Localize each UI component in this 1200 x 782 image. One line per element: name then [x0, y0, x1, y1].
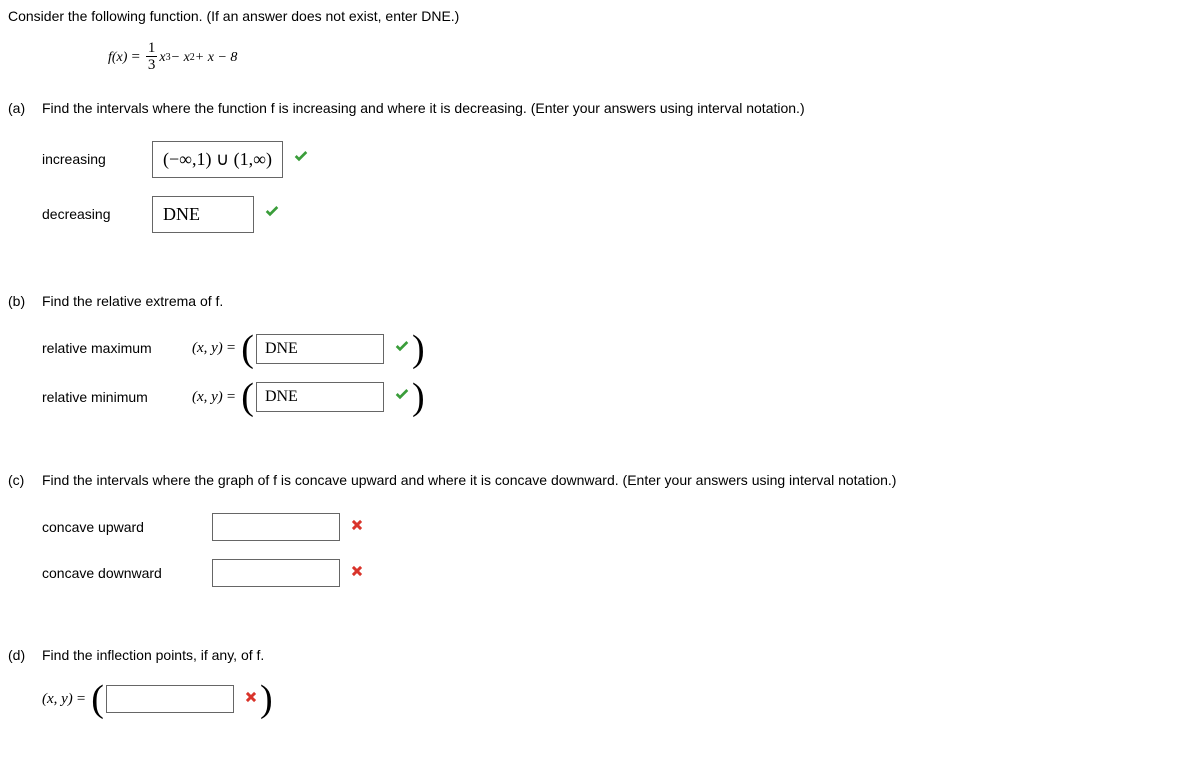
increasing-input[interactable]: (−∞,1) ∪ (1,∞): [152, 141, 283, 178]
part-b-text: Find the relative extrema of f.: [42, 291, 1192, 312]
right-paren: ): [258, 684, 275, 714]
x-icon: [350, 563, 364, 584]
x-icon: [244, 689, 258, 710]
part-b: (b) Find the relative extrema of f. rela…: [8, 291, 1192, 431]
function-equation: f(x) = 1 3 x3 − x2 + x − 8: [108, 41, 1192, 74]
part-c-label: (c): [8, 470, 42, 491]
inflection-input[interactable]: [106, 685, 234, 713]
concave-down-label: concave downward: [42, 563, 212, 584]
part-d-label: (d): [8, 645, 42, 666]
part-d-text: Find the inflection points, if any, of f…: [42, 645, 1192, 666]
part-a-label: (a): [8, 98, 42, 119]
part-a-text: Find the intervals where the function f …: [42, 98, 1192, 119]
relative-max-label: relative maximum: [42, 338, 192, 359]
check-icon: [394, 386, 410, 408]
decreasing-row: decreasing DNE: [42, 196, 1192, 233]
part-c-text: Find the intervals where the graph of f …: [42, 470, 1192, 491]
increasing-row: increasing (−∞,1) ∪ (1,∞): [42, 141, 1192, 178]
part-d: (d) Find the inflection points, if any, …: [8, 645, 1192, 732]
relative-max-row: relative maximum (x, y) = ( DNE ): [42, 334, 1192, 364]
concave-up-row: concave upward: [42, 513, 1192, 541]
right-paren: ): [410, 382, 427, 412]
decreasing-label: decreasing: [42, 204, 152, 225]
decreasing-input[interactable]: DNE: [152, 196, 254, 233]
relative-max-input[interactable]: DNE: [256, 334, 384, 364]
concave-up-input[interactable]: [212, 513, 340, 541]
relative-min-input[interactable]: DNE: [256, 382, 384, 412]
check-icon: [394, 338, 410, 360]
concave-down-row: concave downward: [42, 559, 1192, 587]
increasing-label: increasing: [42, 149, 152, 170]
concave-up-label: concave upward: [42, 517, 212, 538]
relative-min-label: relative minimum: [42, 387, 192, 408]
x-icon: [350, 517, 364, 538]
problem-prompt: Consider the following function. (If an …: [8, 6, 1192, 27]
part-c: (c) Find the intervals where the graph o…: [8, 470, 1192, 605]
part-b-label: (b): [8, 291, 42, 312]
relative-min-row: relative minimum (x, y) = ( DNE ): [42, 382, 1192, 412]
concave-down-input[interactable]: [212, 559, 340, 587]
left-paren: (: [239, 382, 256, 412]
right-paren: ): [410, 334, 427, 364]
left-paren: (: [239, 334, 256, 364]
check-icon: [264, 203, 280, 225]
check-icon: [293, 148, 309, 170]
part-a: (a) Find the intervals where the functio…: [8, 98, 1192, 251]
left-paren: (: [89, 684, 106, 714]
inflection-row: (x, y) = ( ): [42, 684, 1192, 714]
fraction: 1 3: [146, 41, 158, 74]
